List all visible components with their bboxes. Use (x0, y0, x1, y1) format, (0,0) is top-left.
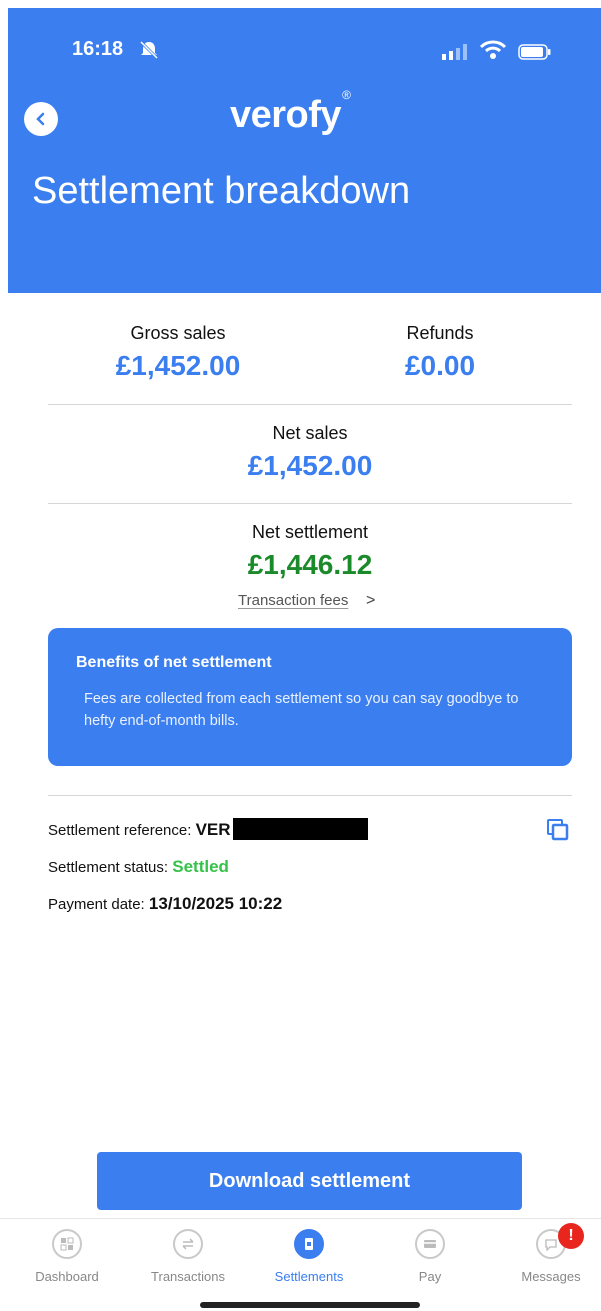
tab-label: Transactions (151, 1269, 225, 1284)
bell-muted-icon (139, 40, 159, 60)
dashboard-icon (52, 1229, 82, 1259)
net-sales-label: Net sales (272, 423, 348, 443)
page-title: Settlement breakdown (32, 170, 411, 212)
chevron-left-icon (36, 112, 45, 126)
payment-date-label: Payment date: (48, 896, 145, 913)
copy-icon[interactable] (546, 818, 570, 842)
net-settlement-label: Net settlement (251, 522, 369, 542)
refunds-label: Refunds (406, 323, 474, 343)
transactions-icon (173, 1229, 203, 1259)
refunds-value: £0.00 (404, 350, 476, 381)
status-time: 16:18 (72, 38, 124, 60)
chevron-right-icon[interactable]: > (366, 592, 375, 610)
benefits-card: Benefits of net settlement Fees are coll… (48, 628, 572, 766)
payment-date-value: 13/10/2025 10:22 (148, 894, 283, 913)
tab-transactions[interactable]: Transactions (138, 1229, 238, 1284)
benefits-card-title: Benefits of net settlement (76, 654, 272, 671)
verofy-logo: verofy® (230, 88, 351, 136)
tab-label: Settlements (274, 1269, 344, 1284)
battery-icon (518, 44, 551, 60)
divider (48, 404, 572, 405)
download-settlement-button[interactable]: Download settlement (97, 1152, 522, 1210)
home-indicator (200, 1302, 420, 1308)
tab-messages[interactable]: Messages (501, 1229, 601, 1284)
tab-pay[interactable]: Pay (380, 1229, 480, 1284)
settlements-icon (294, 1229, 324, 1259)
redaction-box (232, 818, 368, 841)
settlement-reference-label: Settlement reference: (48, 822, 192, 839)
benefits-card-body: Fees are collected from each settlement … (84, 691, 519, 729)
tab-label: Dashboard (35, 1269, 99, 1284)
tab-dashboard[interactable]: Dashboard (17, 1229, 117, 1284)
tab-label: Pay (418, 1269, 442, 1284)
divider (48, 795, 572, 796)
tab-settlements[interactable]: Settlements (259, 1229, 359, 1284)
wifi-icon (480, 40, 506, 59)
settlement-reference-value: VER (195, 820, 231, 839)
settlement-status-row: Settlement status: Settled (48, 857, 229, 877)
tab-label: Messages (521, 1269, 581, 1284)
divider (48, 503, 572, 504)
back-button[interactable] (24, 102, 58, 136)
settlement-status-value: Settled (172, 857, 229, 876)
net-sales-value: £1,452.00 (247, 450, 373, 481)
bottom-tab-bar: Dashboard Transactions Settlements Pay M… (0, 1218, 601, 1311)
transaction-fees-link[interactable]: Transaction fees (238, 592, 348, 609)
settlement-reference-row: Settlement reference: VER (48, 818, 368, 842)
messages-badge: ! (558, 1223, 584, 1249)
signal-icon (442, 44, 467, 60)
pay-icon (415, 1229, 445, 1259)
settlement-status-label: Settlement status: (48, 859, 169, 876)
payment-date-row: Payment date: 13/10/2025 10:22 (48, 894, 282, 914)
gross-sales-value: £1,452.00 (115, 350, 241, 381)
net-settlement-value: £1,446.12 (247, 549, 373, 580)
gross-sales-label: Gross sales (130, 323, 226, 343)
